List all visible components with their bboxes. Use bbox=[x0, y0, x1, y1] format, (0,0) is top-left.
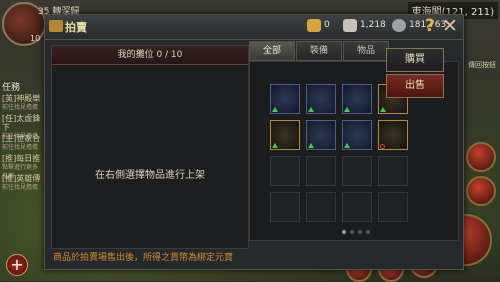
quest-item[interactable]: [推]英雄傳 前往找見擔擔 bbox=[2, 174, 42, 192]
player-sub-level: 10 bbox=[30, 34, 41, 43]
quest-sub: 前往找見擔擔 bbox=[2, 184, 39, 191]
page-dot[interactable] bbox=[350, 230, 354, 234]
tab-items[interactable]: 物品 bbox=[343, 41, 389, 61]
quest-sub: 前往找見擔擔 bbox=[2, 104, 39, 111]
auction-notice: 商品於拍賣場售出後，所得之貨幣為綁定元寶 bbox=[53, 253, 234, 263]
stall-hint: 在右側選擇物品進行上架 bbox=[95, 170, 205, 181]
inventory-slot[interactable] bbox=[270, 156, 300, 186]
skill-icon[interactable] bbox=[466, 142, 496, 172]
inventory-slot[interactable] bbox=[306, 156, 336, 186]
trident-icon[interactable] bbox=[342, 84, 372, 114]
add-icon[interactable]: + bbox=[6, 254, 28, 276]
quest-title: [推]每日推 bbox=[2, 154, 41, 163]
gold-ingot-icon bbox=[307, 19, 321, 32]
tradable-marker-icon bbox=[272, 107, 278, 112]
buy-button[interactable]: 購買 bbox=[386, 48, 444, 72]
quest-item[interactable]: [英]神殿樂 前往找見擔擔 bbox=[2, 94, 42, 112]
map-sub-label[interactable]: 傳回按鈕 bbox=[468, 60, 496, 70]
skill-icon[interactable] bbox=[466, 176, 496, 206]
tradable-marker-icon bbox=[308, 107, 314, 112]
quest-sub: 前往找見擔擔 bbox=[2, 144, 39, 151]
page-dot[interactable] bbox=[358, 230, 362, 234]
spear-icon[interactable] bbox=[306, 84, 336, 114]
dialog-title: 拍賣 bbox=[65, 21, 87, 34]
quest-title: [主]世家合 bbox=[2, 134, 41, 143]
silver-amount: 1,218 bbox=[360, 20, 386, 30]
page-dot[interactable] bbox=[342, 230, 346, 234]
quest-title: [任]太虛鋒下 bbox=[2, 114, 41, 132]
tradable-marker-icon bbox=[272, 143, 278, 148]
compass-disc-icon[interactable] bbox=[270, 120, 300, 150]
dialog-header: 拍賣 0 1,218 181,763 ? ✕ bbox=[45, 15, 463, 40]
quest-title: [英]神殿樂 bbox=[2, 94, 41, 103]
sell-button[interactable]: 出售 bbox=[386, 74, 444, 98]
auction-icon bbox=[49, 20, 63, 32]
quest-tab[interactable]: 任務 bbox=[2, 80, 42, 93]
page-indicator bbox=[342, 230, 372, 235]
silver-ingot-icon bbox=[343, 19, 357, 32]
quest-item[interactable]: [主]世家合 前往找見擔擔 bbox=[2, 134, 42, 152]
help-icon[interactable]: ? bbox=[425, 16, 435, 36]
inventory-slot[interactable] bbox=[378, 192, 408, 222]
tab-equipment[interactable]: 裝備 bbox=[296, 41, 342, 61]
inventory-slot[interactable] bbox=[378, 156, 408, 186]
inventory-slot[interactable] bbox=[342, 156, 372, 186]
spear-icon[interactable] bbox=[270, 84, 300, 114]
armor-icon[interactable] bbox=[342, 120, 372, 150]
tradable-marker-icon bbox=[308, 143, 314, 148]
inventory-slot[interactable] bbox=[306, 192, 336, 222]
quest-title: [推]英雄傳 bbox=[2, 174, 41, 183]
page-dot[interactable] bbox=[366, 230, 370, 234]
coin-icon bbox=[392, 19, 406, 32]
tradable-marker-icon bbox=[380, 107, 386, 112]
gold-amount: 0 bbox=[324, 20, 330, 30]
bind-marker-icon bbox=[380, 144, 385, 149]
blue-belt-icon[interactable] bbox=[306, 120, 336, 150]
inventory-slot[interactable] bbox=[342, 192, 372, 222]
tradable-marker-icon bbox=[344, 107, 350, 112]
bracelet-icon[interactable] bbox=[378, 120, 408, 150]
close-icon[interactable]: ✕ bbox=[442, 15, 458, 37]
tab-all[interactable]: 全部 bbox=[249, 41, 295, 61]
my-stall-header: 我的攤位 0 / 10 bbox=[52, 46, 248, 65]
my-stall-panel: 我的攤位 0 / 10 在右側選擇物品進行上架 bbox=[51, 45, 249, 249]
tradable-marker-icon bbox=[344, 143, 350, 148]
inventory-slot[interactable] bbox=[270, 192, 300, 222]
